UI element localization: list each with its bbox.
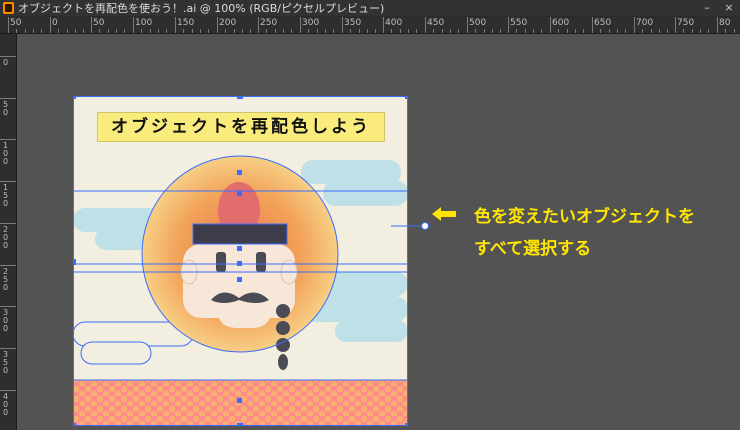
title-banner[interactable]: オブジェクトを再配色しよう xyxy=(97,112,385,142)
ruler-tick xyxy=(0,56,16,57)
eye-right xyxy=(256,252,266,272)
ruler-tick xyxy=(0,348,16,349)
ruler-label: 300 xyxy=(3,308,9,333)
ruler-label: 200 xyxy=(3,225,9,250)
ruler-tick xyxy=(425,17,426,33)
ruler-tick xyxy=(508,17,509,33)
canvas-area[interactable]: オブジェクトを再配色しよう xyxy=(17,34,740,430)
ruler-tick xyxy=(467,17,468,33)
vertical-ruler[interactable]: 05010015020025030035040041 xyxy=(0,34,17,430)
ruler-tick xyxy=(300,17,301,33)
ruler-tick xyxy=(0,181,16,182)
ruler-tick xyxy=(0,390,16,391)
ruler-label: 100 xyxy=(3,141,9,166)
eye-left xyxy=(216,252,226,272)
ruler-label: 400 xyxy=(3,392,9,417)
ruler-tick xyxy=(0,223,16,224)
instruction-line-2: すべて選択する xyxy=(474,239,592,259)
title-bar: オブジェクトを再配色を使おう！.ai @ 100% (RGB/ピクセルプレビュー… xyxy=(0,0,740,17)
ruler-tick xyxy=(0,98,16,99)
document-title[interactable]: オブジェクトを再配色を使おう！.ai @ 100% (RGB/ピクセルプレビュー… xyxy=(18,0,384,17)
ruler-label: 700 xyxy=(636,18,654,28)
ruler-tick xyxy=(675,17,676,33)
close-button[interactable]: × xyxy=(718,0,740,17)
ruler-label: 50 xyxy=(3,100,9,117)
horizontal-ruler[interactable]: 50 0 50 100 150 200 250 300 350 400 450 500 550 600 65… xyxy=(0,17,740,34)
illustrator-app-icon xyxy=(3,2,14,14)
ruler-tick xyxy=(258,17,259,33)
ruler-label: 300 xyxy=(302,18,320,28)
ruler-tick xyxy=(50,17,51,33)
ruler-label: 250 xyxy=(260,18,278,28)
ruler-label: 350 xyxy=(3,350,9,375)
ruler-tick xyxy=(217,17,218,33)
left-arrow-icon xyxy=(432,207,456,221)
ruler-label: 650 xyxy=(594,18,612,28)
ruler-tick xyxy=(0,139,16,140)
ruler-tick xyxy=(383,17,384,33)
ruler-label: 100 xyxy=(135,18,153,28)
ruler-tick xyxy=(0,306,16,307)
ruler-label: 200 xyxy=(219,18,237,28)
selection-handle-extension xyxy=(391,222,429,230)
ruler-tick xyxy=(175,17,176,33)
ruler-label: 600 xyxy=(552,18,570,28)
ruler-label: 500 xyxy=(469,18,487,28)
ruler-label: 50 xyxy=(10,18,22,28)
artwork-illustration[interactable] xyxy=(73,96,408,426)
ruler-tick xyxy=(634,17,635,33)
artwork-title: オブジェクトを再配色しよう xyxy=(111,117,371,137)
ruler-label: 0 xyxy=(52,18,58,28)
ruler-tick xyxy=(91,17,92,33)
ruler-label: 150 xyxy=(3,183,9,208)
ruler-tick xyxy=(592,17,593,33)
ruler-label: 350 xyxy=(344,18,362,28)
ruler-label: 550 xyxy=(510,18,528,28)
ruler-tick xyxy=(0,265,16,266)
ruler-tick xyxy=(342,17,343,33)
cloud xyxy=(335,320,408,342)
cloud xyxy=(323,180,408,206)
instruction-line-1: 色を変えたいオブジェクトを xyxy=(474,207,695,227)
cloud-outline xyxy=(80,341,152,365)
ruler-label: 400 xyxy=(385,18,403,28)
ruler-label: 0 xyxy=(3,58,9,67)
ruler-tick xyxy=(133,17,134,33)
ruler-label: 150 xyxy=(177,18,195,28)
ruler-label: 450 xyxy=(427,18,445,28)
window-controls: – × xyxy=(696,0,740,17)
hat-band xyxy=(193,224,287,244)
ruler-label: 80 xyxy=(719,18,731,28)
ruler-tick xyxy=(717,17,718,33)
ruler-label: 750 xyxy=(677,18,695,28)
ruler-tick xyxy=(8,17,9,33)
ruler-label: 50 xyxy=(93,18,105,28)
artboard[interactable]: オブジェクトを再配色しよう xyxy=(73,96,408,426)
ruler-tick xyxy=(550,17,551,33)
minimize-button[interactable]: – xyxy=(696,0,718,17)
ruler-label: 250 xyxy=(3,267,9,292)
